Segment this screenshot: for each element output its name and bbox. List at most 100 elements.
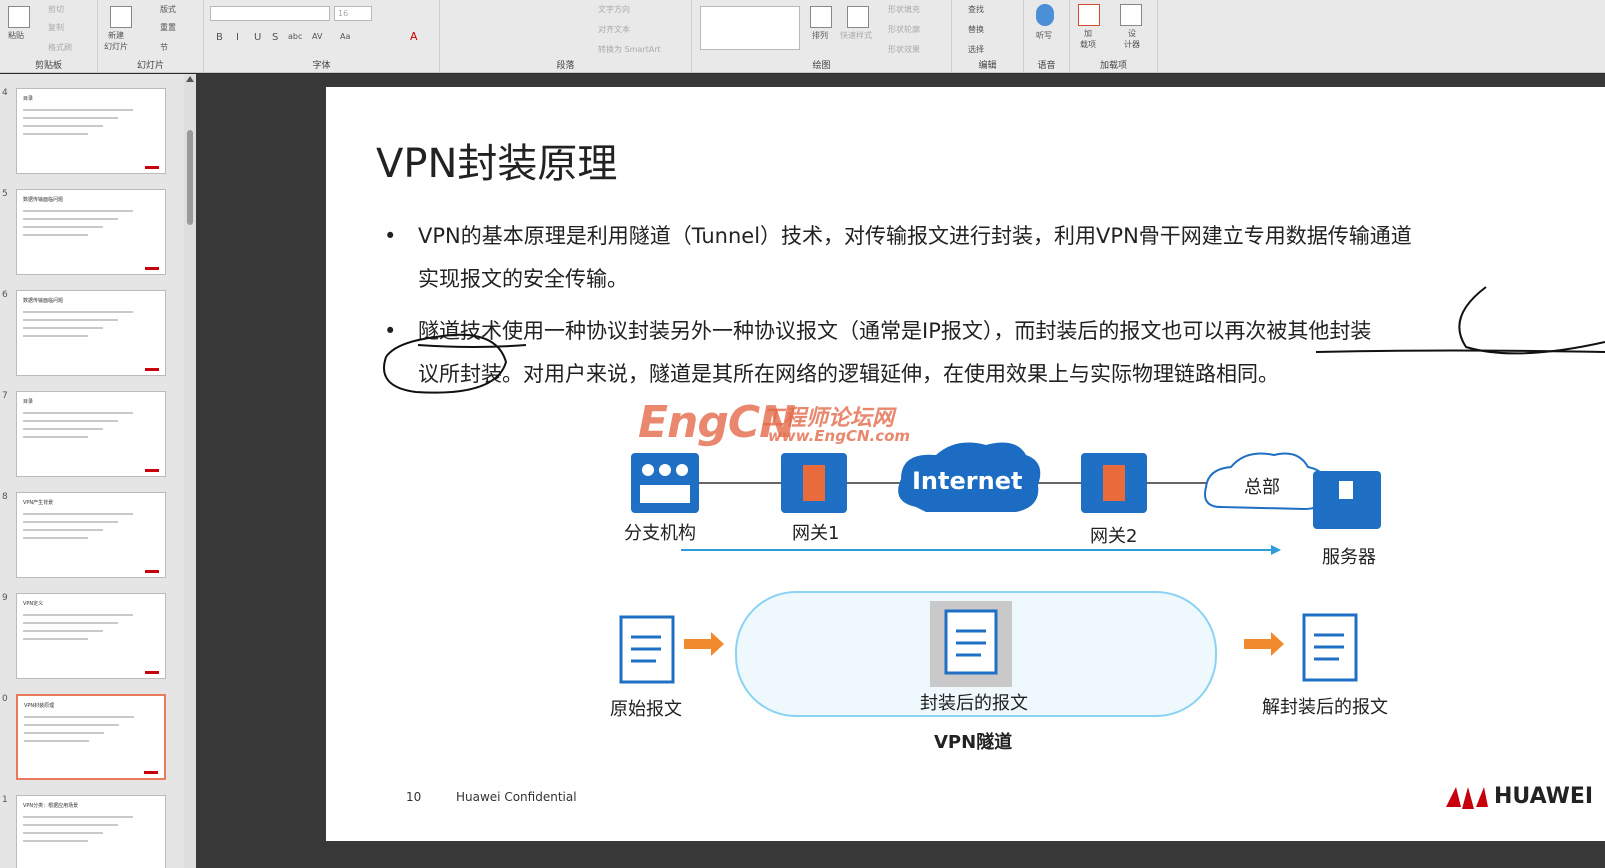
replace-button[interactable]: 替换 <box>968 24 984 35</box>
copy-button[interactable]: 复制 <box>48 22 64 33</box>
slide-thumbnail[interactable]: 目录 <box>16 391 166 477</box>
new-slide-button[interactable]: 新建 幻灯片 <box>104 30 128 52</box>
thumbnail-title: VPN定义 <box>23 601 44 607</box>
cut-button[interactable]: 剪切 <box>48 4 64 15</box>
microphone-icon[interactable] <box>1036 4 1054 26</box>
quick-styles-icon[interactable] <box>847 6 869 28</box>
reset-button[interactable]: 重置 <box>160 22 176 33</box>
font-label: 字体 <box>312 61 331 71</box>
brand-logo: HUAWEI <box>1494 784 1594 809</box>
thumbnail-text-line <box>23 630 103 632</box>
designer-icon[interactable] <box>1120 4 1142 26</box>
thumbnail-text-line <box>23 335 88 337</box>
thumbnail-title: VPN封装原理 <box>24 703 55 709</box>
addins-group: 加 载项 设 计器 加载项 <box>1070 0 1158 73</box>
thumbnail-number: 1 <box>2 795 8 805</box>
case-button[interactable]: Aa <box>340 32 350 41</box>
thumbnail-title: 数据传输面临问题 <box>23 298 64 304</box>
current-slide[interactable]: VPN封装原理 • VPN的基本原理是利用隧道（Tunnel）技术，对传输报文进… <box>326 87 1605 841</box>
editing-label: 编辑 <box>978 61 997 71</box>
thumbnail-text-line <box>23 133 88 135</box>
thumbnail-text-line <box>23 537 88 539</box>
arrange-icon[interactable] <box>810 6 832 28</box>
thumbnail-number: 4 <box>2 88 8 98</box>
thumbnail-text-line <box>23 638 88 640</box>
clipboard-label: 剪贴板 <box>34 61 62 71</box>
shape-fill-button[interactable]: 形状填充 <box>888 4 920 15</box>
huawei-logo-icon <box>1446 787 1488 809</box>
font-size-select[interactable]: 16 <box>334 6 372 21</box>
shadow-button[interactable]: abc <box>288 32 302 41</box>
thumbnail-text-line <box>23 428 103 430</box>
dictate-button[interactable]: 听写 <box>1036 30 1052 41</box>
slides-label: 幻灯片 <box>136 61 164 71</box>
server-icon <box>1313 471 1381 529</box>
branch-icon <box>631 453 699 513</box>
paragraph-label: 段落 <box>556 61 575 71</box>
align-text-button[interactable]: 对齐文本 <box>598 24 630 35</box>
thumbnail-text-line <box>23 824 118 826</box>
gateway2-label: 网关2 <box>1090 526 1138 547</box>
font-group: 16 B I U S abc AV Aa A 字体 <box>204 0 440 73</box>
spacing-button[interactable]: AV <box>312 32 322 41</box>
new-slide-icon[interactable] <box>110 6 132 28</box>
thumbnail-text-line <box>23 420 118 422</box>
drawing-group: 排列 快速样式 形状填充 形状轮廓 形状效果 绘图 <box>692 0 952 73</box>
drawing-label: 绘图 <box>812 61 831 71</box>
slide-thumbnail[interactable]: VPN产生背景 <box>16 492 166 578</box>
server-label: 服务器 <box>1322 547 1376 568</box>
slide-thumbnail[interactable]: 数据传输面临问题 <box>16 189 166 275</box>
thumbnail-text-line <box>23 436 88 438</box>
shape-effects-button[interactable]: 形状效果 <box>888 44 920 55</box>
text-direction-button[interactable]: 文字方向 <box>598 4 630 15</box>
thumbnail-text-line <box>24 716 134 718</box>
section-button[interactable]: 节 <box>160 42 168 53</box>
editing-group: 查找 替换 选择 编辑 <box>952 0 1024 73</box>
thumbnail-number: 0 <box>2 694 8 704</box>
find-button[interactable]: 查找 <box>968 4 984 15</box>
thumbnail-title: VPN产生背景 <box>23 500 54 506</box>
paste-button[interactable]: 粘贴 <box>8 30 24 41</box>
slides-group: 新建 幻灯片 版式 重置 节 幻灯片 <box>98 0 204 73</box>
confidential-label: Huawei Confidential <box>456 790 577 804</box>
slide-thumbnail[interactable]: VPN分类：根据应用场景 <box>16 795 166 868</box>
italic-button[interactable]: I <box>236 32 239 43</box>
underline-button[interactable]: U <box>254 32 261 43</box>
thumbnail-text-line <box>23 311 133 313</box>
thumbnail-text-line <box>23 614 133 616</box>
thumbnail-scrollbar-thumb[interactable] <box>187 130 193 225</box>
addins-button[interactable]: 加 载项 <box>1080 28 1096 50</box>
voice-label: 语音 <box>1037 61 1056 71</box>
strike-button[interactable]: S <box>272 32 278 43</box>
thumbnail-text-line <box>23 521 118 523</box>
format-painter-button[interactable]: 格式刷 <box>48 42 72 53</box>
designer-button[interactable]: 设 计器 <box>1124 28 1140 50</box>
layout-button[interactable]: 版式 <box>160 4 176 15</box>
font-color-button[interactable]: A <box>410 30 418 43</box>
gateway1-label: 网关1 <box>792 523 840 544</box>
shapes-gallery[interactable] <box>700 6 800 50</box>
thumbnail-text-line <box>23 840 88 842</box>
thumbnail-title: 目录 <box>23 96 34 102</box>
paste-icon[interactable] <box>8 6 30 28</box>
font-name-select[interactable] <box>210 6 330 21</box>
slide-thumbnail[interactable]: VPN定义 <box>16 593 166 679</box>
slide-thumbnail[interactable]: 目录 <box>16 88 166 174</box>
thumbnail-logo <box>145 570 159 573</box>
thumbnail-number: 8 <box>2 492 8 502</box>
slide-thumbnail[interactable]: 数据传输面临问题 <box>16 290 166 376</box>
addins-icon[interactable] <box>1078 4 1100 26</box>
quick-styles-button[interactable]: 快速样式 <box>840 30 872 41</box>
thumbnail-text-line <box>23 109 133 111</box>
smartart-button[interactable]: 转换为 SmartArt <box>598 44 661 55</box>
shape-outline-button[interactable]: 形状轮廓 <box>888 24 920 35</box>
bold-button[interactable]: B <box>216 32 223 43</box>
slide-thumbnail[interactable]: VPN封装原理 <box>16 694 166 780</box>
thumbnail-text-line <box>23 234 88 236</box>
scroll-up-arrow-icon[interactable] <box>186 76 194 82</box>
arrange-button[interactable]: 排列 <box>812 30 828 41</box>
thumbnail-title: 数据传输面临问题 <box>23 197 64 203</box>
thumbnail-number: 7 <box>2 391 8 401</box>
select-button[interactable]: 选择 <box>968 44 984 55</box>
original-label: 原始报文 <box>610 699 682 720</box>
